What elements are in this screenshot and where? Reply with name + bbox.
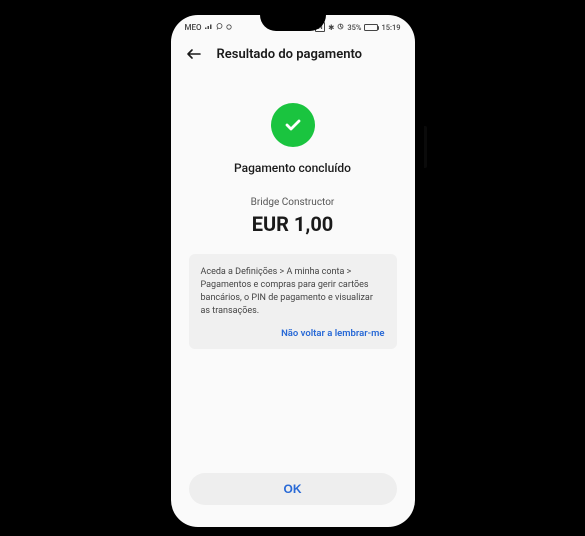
misc-icon xyxy=(226,23,232,32)
screen: MEO N ✱ 35% 15:19 xyxy=(171,15,415,527)
status-text: Pagamento concluído xyxy=(189,161,397,175)
product-name: Bridge Constructor xyxy=(189,197,397,208)
notch xyxy=(260,15,326,31)
time-label: 15:19 xyxy=(381,23,400,32)
battery-icon xyxy=(364,24,378,31)
ok-button[interactable]: OK xyxy=(189,473,397,505)
side-button xyxy=(424,126,427,168)
success-icon xyxy=(271,103,315,147)
content: Pagamento concluído Bridge Constructor E… xyxy=(171,71,415,349)
back-button[interactable] xyxy=(185,45,203,63)
carrier-label: MEO xyxy=(185,23,202,32)
dismiss-link[interactable]: Não voltar a lembrar-me xyxy=(201,328,385,339)
checkmark-icon xyxy=(281,113,305,137)
info-box: Aceda a Definições > A minha conta > Pag… xyxy=(189,254,397,349)
signal-icon xyxy=(205,23,213,32)
rotate-icon xyxy=(337,23,344,32)
bluetooth-icon: ✱ xyxy=(328,23,334,32)
page-title: Resultado do pagamento xyxy=(217,47,363,62)
status-left: MEO xyxy=(185,23,232,32)
chat-icon xyxy=(216,23,223,32)
arrow-left-icon xyxy=(186,46,202,62)
amount: EUR 1,00 xyxy=(189,212,397,236)
info-message: Aceda a Definições > A minha conta > Pag… xyxy=(201,266,385,318)
phone-frame: MEO N ✱ 35% 15:19 xyxy=(162,6,424,536)
battery-percent: 35% xyxy=(347,23,361,32)
ok-label: OK xyxy=(284,482,302,496)
status-right: N ✱ 35% 15:19 xyxy=(315,22,400,32)
header: Resultado do pagamento xyxy=(171,35,415,71)
